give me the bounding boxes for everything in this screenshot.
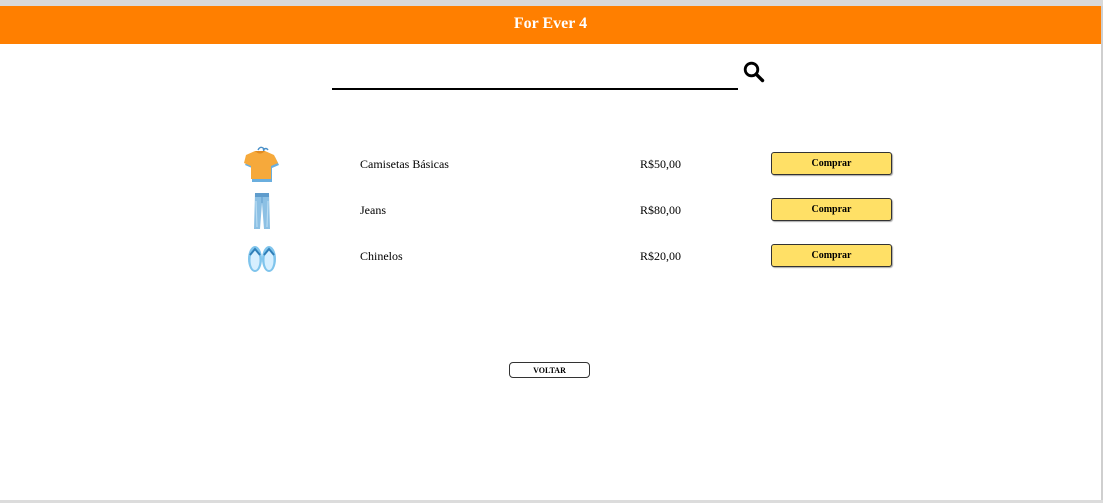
product-price: R$50,00: [640, 157, 682, 171]
jeans-icon: [240, 191, 284, 231]
tshirt-icon: [240, 145, 284, 185]
product-price: R$20,00: [640, 249, 682, 263]
search-input[interactable]: [332, 62, 738, 90]
back-button[interactable]: VOLTAR: [509, 362, 590, 378]
product-row: Chinelos R$20,00 Comprar: [0, 237, 1103, 277]
product-name: Chinelos: [360, 249, 403, 263]
buy-button[interactable]: Comprar: [771, 244, 892, 267]
flip-flops-icon: [240, 237, 284, 277]
product-price: R$80,00: [640, 203, 682, 217]
site-title: For Ever 4: [513, 15, 588, 32]
search-bar: [332, 58, 772, 94]
product-row: Jeans R$80,00 Comprar: [0, 191, 1103, 231]
product-row: Camisetas Básicas R$50,00 Comprar: [0, 145, 1103, 185]
product-name: Camisetas Básicas: [360, 157, 449, 171]
site-header: For Ever 4: [0, 6, 1101, 44]
page: For Ever 4 Camisetas Básicas R$50,00 Com…: [0, 0, 1103, 503]
search-icon[interactable]: [742, 60, 766, 84]
product-name: Jeans: [360, 203, 386, 217]
buy-button[interactable]: Comprar: [771, 198, 892, 221]
buy-button[interactable]: Comprar: [771, 152, 892, 175]
